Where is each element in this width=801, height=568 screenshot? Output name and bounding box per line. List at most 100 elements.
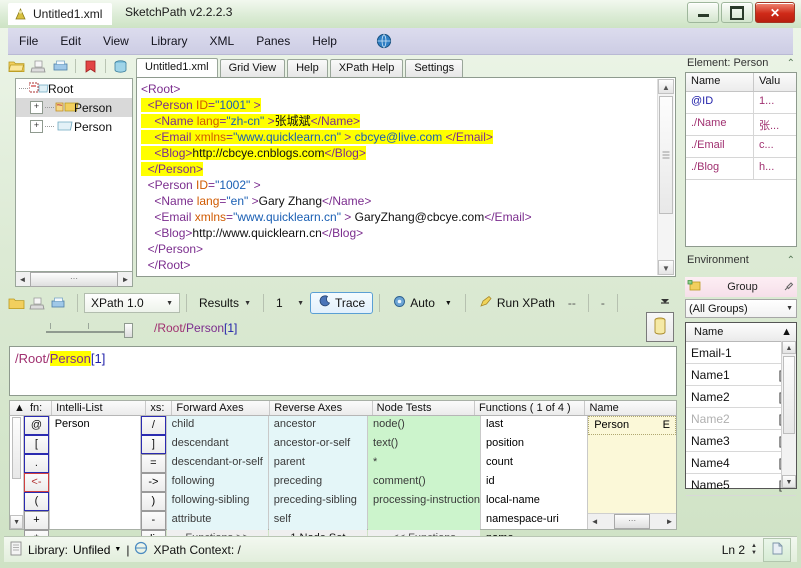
chevron-down-icon[interactable]: ▼	[786, 305, 793, 312]
save-icon[interactable]	[30, 59, 47, 74]
fn-button-back[interactable]: <-	[24, 473, 49, 492]
function-item[interactable]: id	[481, 473, 587, 492]
chevron-down-icon[interactable]: ▼	[297, 300, 308, 307]
maximize-button[interactable]	[721, 2, 753, 23]
node-tests-column[interactable]: node() text() * comment() processing-ins…	[368, 416, 482, 548]
pin-icon[interactable]	[783, 280, 795, 295]
scrollbar-thumb[interactable]	[783, 356, 795, 434]
axis-item[interactable]: self	[268, 511, 368, 530]
builder-scroll-column[interactable]: ▼	[10, 416, 25, 529]
scroll-down-icon[interactable]: ▼	[10, 515, 24, 529]
column-header-forward-axes[interactable]: Forward Axes	[172, 401, 271, 415]
menu-item-panes[interactable]: Panes	[245, 31, 301, 51]
fn-buttons-column[interactable]: @ [ . <- ( + *	[24, 416, 50, 549]
scroll-left-icon[interactable]: ◄	[16, 275, 29, 284]
result-index-select[interactable]: 1 ▼	[270, 293, 310, 313]
tab-settings[interactable]: Settings	[405, 59, 464, 77]
scrollbar-thumb[interactable]: ⋯	[614, 514, 651, 529]
menu-item-view[interactable]: View	[92, 31, 140, 51]
menu-item-help[interactable]: Help	[301, 31, 348, 51]
list-item[interactable]: Name5 [	[686, 474, 796, 496]
node-test-item[interactable]: processing-instruction()	[368, 492, 481, 511]
tree-node-root[interactable]: Root	[16, 79, 132, 98]
axis-item[interactable]: parent	[268, 454, 368, 473]
spinner-up-icon[interactable]: ▲	[751, 543, 757, 549]
scroll-left-icon[interactable]: ◄	[588, 517, 601, 526]
chevron-down-icon[interactable]: ▼	[244, 300, 255, 307]
axis-item[interactable]: following-sibling	[166, 492, 268, 511]
function-item[interactable]: position	[481, 435, 587, 454]
scroll-up-icon[interactable]: ▲	[658, 79, 674, 94]
scroll-right-icon[interactable]: ►	[119, 275, 132, 284]
table-row[interactable]: ./Email c...	[686, 136, 796, 158]
column-header-intelli-list[interactable]: Intelli-List	[52, 401, 147, 415]
editor-vertical-scrollbar[interactable]: ▲ ▼	[657, 79, 674, 275]
axis-item[interactable]: descendant	[166, 435, 268, 454]
trace-button[interactable]: Trace	[310, 292, 374, 314]
database-blue-icon[interactable]	[112, 59, 129, 74]
list-item[interactable]: Name2 [	[686, 386, 796, 408]
function-item[interactable]: last	[481, 416, 587, 435]
fn-button-at[interactable]: @	[24, 416, 49, 435]
new-group-icon[interactable]	[687, 279, 702, 295]
column-header-result-name[interactable]: Name	[585, 401, 676, 415]
xs-button-slash[interactable]: /	[141, 416, 166, 435]
column-header-node-tests[interactable]: Node Tests	[373, 401, 475, 415]
run-xpath-button[interactable]: Run XPath	[472, 292, 562, 314]
dropdown-arrow-icon[interactable]	[658, 294, 672, 308]
list-item[interactable]: Name4 [	[686, 452, 796, 474]
results-horizontal-scrollbar[interactable]: ◄ ⋯ ►	[588, 513, 676, 529]
sort-ascending-icon[interactable]: ▲	[773, 326, 792, 338]
tab-xpath-help[interactable]: XPath Help	[329, 59, 404, 77]
fn-button-paren[interactable]: (	[24, 492, 49, 511]
scroll-down-icon[interactable]: ▼	[658, 260, 674, 275]
results-select[interactable]: Results ▼	[193, 293, 257, 313]
fn-button-plus[interactable]: +	[24, 511, 49, 530]
list-item[interactable]: Name2 [	[686, 408, 796, 430]
xs-buttons-column[interactable]: / ] = -> ) - div	[141, 416, 167, 549]
column-header-reverse-axes[interactable]: Reverse Axes	[270, 401, 373, 415]
functions-column[interactable]: last position count id local-name namesp…	[481, 416, 589, 544]
column-header-name[interactable]: Name	[686, 73, 754, 91]
scroll-right-icon[interactable]: ►	[663, 517, 676, 526]
xs-button-arrow-right[interactable]: ->	[141, 473, 166, 492]
slider-knob[interactable]	[124, 323, 133, 338]
expand-toggle-icon-2[interactable]: +	[30, 120, 43, 133]
environment-panel-header[interactable]: Environment ⌃	[685, 251, 797, 269]
menu-item-edit[interactable]: Edit	[49, 31, 92, 51]
intelli-list-item[interactable]: Person	[50, 416, 140, 435]
axis-item[interactable]: following	[166, 473, 268, 492]
minimize-button[interactable]	[687, 2, 719, 23]
intelli-list-column[interactable]: Person	[50, 416, 142, 529]
axis-item[interactable]: attribute	[166, 511, 268, 530]
xs-button-close-paren[interactable]: )	[141, 492, 166, 511]
node-test-item[interactable]: comment()	[368, 473, 481, 492]
bookmark-red-icon[interactable]	[82, 59, 99, 74]
axis-item[interactable]: preceding-sibling	[268, 492, 368, 511]
xs-button-minus[interactable]: -	[141, 511, 166, 530]
xpath-version-select[interactable]: XPath 1.0 ▼	[84, 293, 180, 313]
globe-icon[interactable]	[376, 33, 392, 49]
library-select[interactable]: Unfiled ▼	[73, 543, 121, 557]
function-item[interactable]: namespace-uri	[481, 511, 587, 530]
axis-item[interactable]: ancestor	[268, 416, 368, 435]
tree-node-person-1[interactable]: + Person	[16, 98, 132, 117]
spinner-down-icon[interactable]: ▼	[751, 550, 757, 556]
node-test-item[interactable]: text()	[368, 435, 481, 454]
list-item[interactable]: Name1 [	[686, 364, 796, 386]
copy-xpath-icon[interactable]	[50, 296, 67, 311]
table-row[interactable]: ./Name 张...	[686, 114, 796, 136]
function-item[interactable]: local-name	[481, 492, 587, 511]
xml-source-editor[interactable]: <Root> <Person ID="1001" > <Name lang="z…	[136, 77, 676, 277]
reverse-axes-column[interactable]: ancestor ancestor-or-self parent precedi…	[268, 416, 369, 548]
forward-axes-column[interactable]: child descendant descendant-or-self foll…	[166, 416, 269, 548]
resize-grip-button[interactable]	[763, 537, 791, 562]
tree-horizontal-scrollbar[interactable]: ◄ ⋯ ►	[15, 271, 133, 287]
menu-item-file[interactable]: File	[8, 31, 49, 51]
axis-item[interactable]: descendant-or-self	[166, 454, 268, 473]
scrollbar-thumb[interactable]: ⋯	[30, 271, 118, 287]
group-list-scrollbar[interactable]: ▲ ▼	[781, 341, 796, 488]
expand-toggle-icon[interactable]: +	[30, 101, 43, 114]
tab-help[interactable]: Help	[287, 59, 328, 77]
auto-select[interactable]: Auto ▼	[386, 292, 459, 314]
